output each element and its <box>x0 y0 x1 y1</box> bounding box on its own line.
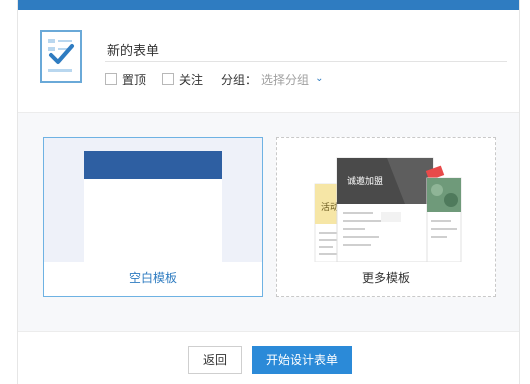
more-templates-label: 更多模板 <box>361 271 410 285</box>
group-placeholder: 选择分组 <box>261 72 310 87</box>
pin-checkbox-box[interactable] <box>105 73 117 85</box>
back-button[interactable]: 返回 <box>188 346 242 374</box>
blank-form-preview <box>84 151 222 262</box>
group-label: 分组： <box>221 72 258 87</box>
more-templates-card[interactable]: 活动 诚邀加盟 更多模板 <box>276 137 496 297</box>
blank-template-card[interactable]: 空白模板 <box>43 137 263 297</box>
new-form-dialog: 置顶 关注 分组： 选择分组 ⌄ 空白模板 <box>17 0 520 384</box>
start-design-form-button[interactable]: 开始设计表单 <box>252 346 352 374</box>
preview-side-text: 活动 <box>321 201 339 213</box>
template-collage-image: 活动 诚邀加盟 <box>314 157 462 263</box>
form-checklist-icon <box>40 30 82 83</box>
pin-label: 置顶 <box>122 72 147 87</box>
chevron-down-icon[interactable]: ⌄ <box>315 73 323 84</box>
more-templates-preview: 活动 诚邀加盟 <box>277 138 495 263</box>
form-title-input[interactable] <box>105 37 507 62</box>
template-selection-area: 空白模板 活动 诚邀加盟 更多模板 <box>18 112 519 332</box>
preview-banner-text: 诚邀加盟 <box>347 175 383 187</box>
blank-template-label: 空白模板 <box>128 271 177 285</box>
blank-template-preview <box>44 138 262 262</box>
follow-checkbox-box[interactable] <box>162 73 175 85</box>
follow-label: 关注 <box>179 72 204 87</box>
dialog-top-bar <box>18 0 519 10</box>
group-select[interactable]: 选择分组 ⌄ <box>261 71 323 88</box>
form-options-row: 置顶 关注 分组： 选择分组 ⌄ <box>105 68 323 90</box>
blank-form-header-bar <box>84 151 222 179</box>
pin-checkbox[interactable]: 置顶 <box>105 71 146 88</box>
follow-checkbox[interactable]: 关注 <box>162 71 203 88</box>
